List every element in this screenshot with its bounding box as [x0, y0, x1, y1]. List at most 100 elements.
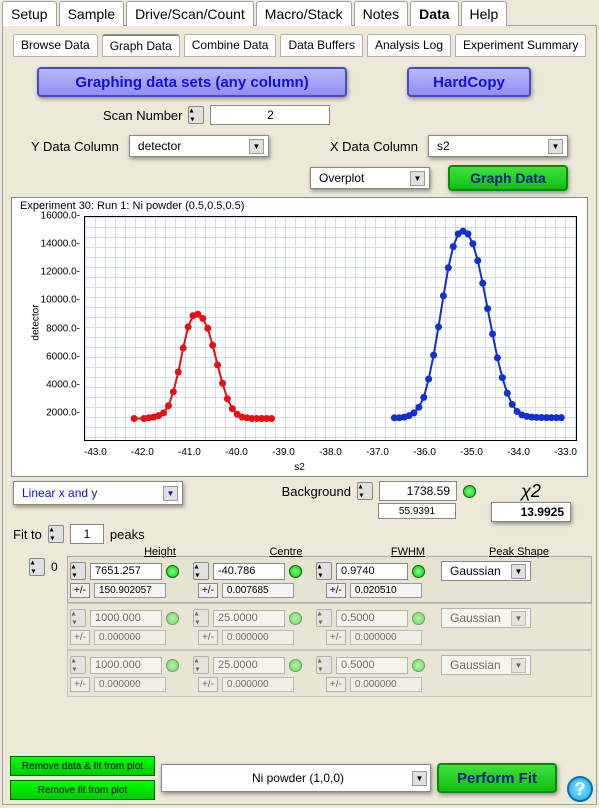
f-led-icon	[412, 659, 425, 672]
chevron-down-icon: ▼	[412, 771, 427, 786]
peak-index: 0	[51, 560, 58, 574]
ydata-dropdown[interactable]: detector▼	[129, 135, 269, 157]
subtab-buffers[interactable]: Data Buffers	[280, 34, 362, 57]
centre-stepper	[193, 656, 209, 674]
top-tab-bar: Setup Sample Drive/Scan/Count Macro/Stac…	[0, 0, 599, 25]
perform-fit-button[interactable]: Perform Fit	[437, 763, 557, 793]
chevron-down-icon: ▼	[410, 171, 425, 186]
fwhm-err	[350, 630, 422, 645]
scan-number-stepper[interactable]	[188, 106, 204, 124]
chevron-down-icon: ▼	[548, 139, 563, 154]
plot-area[interactable]	[84, 216, 577, 441]
height-stepper	[70, 656, 86, 674]
chevron-down-icon: ▼	[249, 139, 264, 154]
c-led-icon	[289, 565, 302, 578]
tab-macro[interactable]: Macro/Stack	[256, 1, 352, 26]
background-label: Background	[282, 484, 351, 499]
subtab-browse[interactable]: Browse Data	[13, 34, 98, 57]
peak-row: Gaussian▼ +/- +/- +/-	[67, 603, 592, 650]
height-err	[94, 583, 166, 598]
centre-err	[222, 583, 294, 598]
fwhm-stepper	[316, 609, 332, 627]
tab-sample[interactable]: Sample	[59, 1, 124, 26]
fwhm-value	[336, 657, 408, 674]
height-err	[94, 630, 166, 645]
chi2-value: 13.9925	[491, 502, 571, 522]
shape-dropdown: Gaussian▼	[441, 655, 531, 675]
fwhm-header: FWHM	[347, 546, 469, 558]
centre-header: Centre	[225, 546, 347, 558]
fwhm-stepper[interactable]	[316, 562, 332, 580]
h-led-icon	[166, 659, 179, 672]
shape-dropdown[interactable]: Gaussian▼	[441, 561, 531, 581]
tab-drive[interactable]: Drive/Scan/Count	[126, 1, 254, 26]
centre-err	[222, 677, 294, 692]
peak-row: Gaussian▼ +/- +/- +/-	[67, 556, 592, 603]
graphing-sets-button[interactable]: Graphing data sets (any column)	[37, 67, 347, 97]
pm-label: +/-	[70, 677, 90, 692]
c-led-icon	[289, 659, 302, 672]
subtab-combine[interactable]: Combine Data	[184, 34, 277, 57]
tab-setup[interactable]: Setup	[2, 1, 57, 26]
pm-label: +/-	[70, 630, 90, 645]
overplot-dropdown[interactable]: Overplot▼	[310, 167, 430, 189]
centre-err	[222, 630, 294, 645]
scan-number-label: Scan Number	[103, 108, 182, 123]
height-value	[90, 610, 162, 627]
subtab-log[interactable]: Analysis Log	[367, 34, 451, 57]
fwhm-value	[336, 610, 408, 627]
bg-led-icon	[463, 485, 476, 498]
height-err	[94, 677, 166, 692]
xdata-label: X Data Column	[330, 139, 418, 154]
fit-peaks-value[interactable]: 1	[70, 524, 104, 544]
height-value[interactable]	[90, 563, 162, 580]
remove-data-fit-button[interactable]: Remove data & fit from plot	[10, 756, 155, 776]
scan-number-field[interactable]: 2	[210, 105, 330, 125]
sub-tab-bar: Browse Data Graph Data Combine Data Data…	[13, 34, 592, 57]
subtab-graph[interactable]: Graph Data	[102, 34, 180, 57]
fit-peaks-stepper[interactable]	[48, 525, 64, 543]
f-led-icon	[412, 565, 425, 578]
h-led-icon	[166, 612, 179, 625]
remove-fit-button[interactable]: Remove fit from plot	[10, 780, 155, 800]
scale-dropdown[interactable]: Linear x and y▼	[13, 481, 183, 505]
dataset-dropdown[interactable]: Ni powder (1,0,0) ▼	[161, 764, 431, 792]
height-stepper	[70, 609, 86, 627]
shape-header: Peak Shape	[469, 546, 569, 558]
peaks-label: peaks	[110, 527, 145, 542]
chi2-label: χ2	[476, 481, 586, 502]
centre-value[interactable]	[213, 563, 285, 580]
centre-value	[213, 610, 285, 627]
fwhm-value[interactable]	[336, 563, 408, 580]
peak-index-stepper[interactable]	[29, 558, 45, 576]
centre-value	[213, 657, 285, 674]
fit-to-label: Fit to	[13, 527, 42, 542]
chart: Experiment 30: Run 1: Ni powder (0.5,0.5…	[11, 197, 588, 477]
centre-stepper[interactable]	[193, 562, 209, 580]
bg-value[interactable]: 1738.59	[379, 481, 457, 501]
help-icon[interactable]: ?	[567, 776, 593, 802]
fwhm-err	[350, 583, 422, 598]
height-header: Height	[95, 546, 225, 558]
centre-stepper	[193, 609, 209, 627]
height-value	[90, 657, 162, 674]
pm-label: +/-	[70, 583, 90, 598]
c-led-icon	[289, 612, 302, 625]
chevron-down-icon: ▼	[163, 486, 178, 501]
x-axis-label: s2	[294, 462, 305, 473]
f-led-icon	[412, 612, 425, 625]
tab-help[interactable]: Help	[461, 1, 508, 26]
peak-row: Gaussian▼ +/- +/- +/-	[67, 650, 592, 697]
tab-data[interactable]: Data	[410, 1, 458, 26]
fwhm-err	[350, 677, 422, 692]
fwhm-stepper	[316, 656, 332, 674]
hardcopy-button[interactable]: HardCopy	[407, 67, 531, 97]
height-stepper[interactable]	[70, 562, 86, 580]
xdata-dropdown[interactable]: s2▼	[428, 135, 568, 157]
bg-stepper[interactable]	[357, 482, 373, 500]
graph-data-button[interactable]: Graph Data	[448, 165, 568, 191]
tab-notes[interactable]: Notes	[354, 1, 409, 26]
subtab-summary[interactable]: Experiment Summary	[455, 34, 586, 57]
main-panel: Browse Data Graph Data Combine Data Data…	[2, 25, 597, 805]
shape-dropdown: Gaussian▼	[441, 608, 531, 628]
